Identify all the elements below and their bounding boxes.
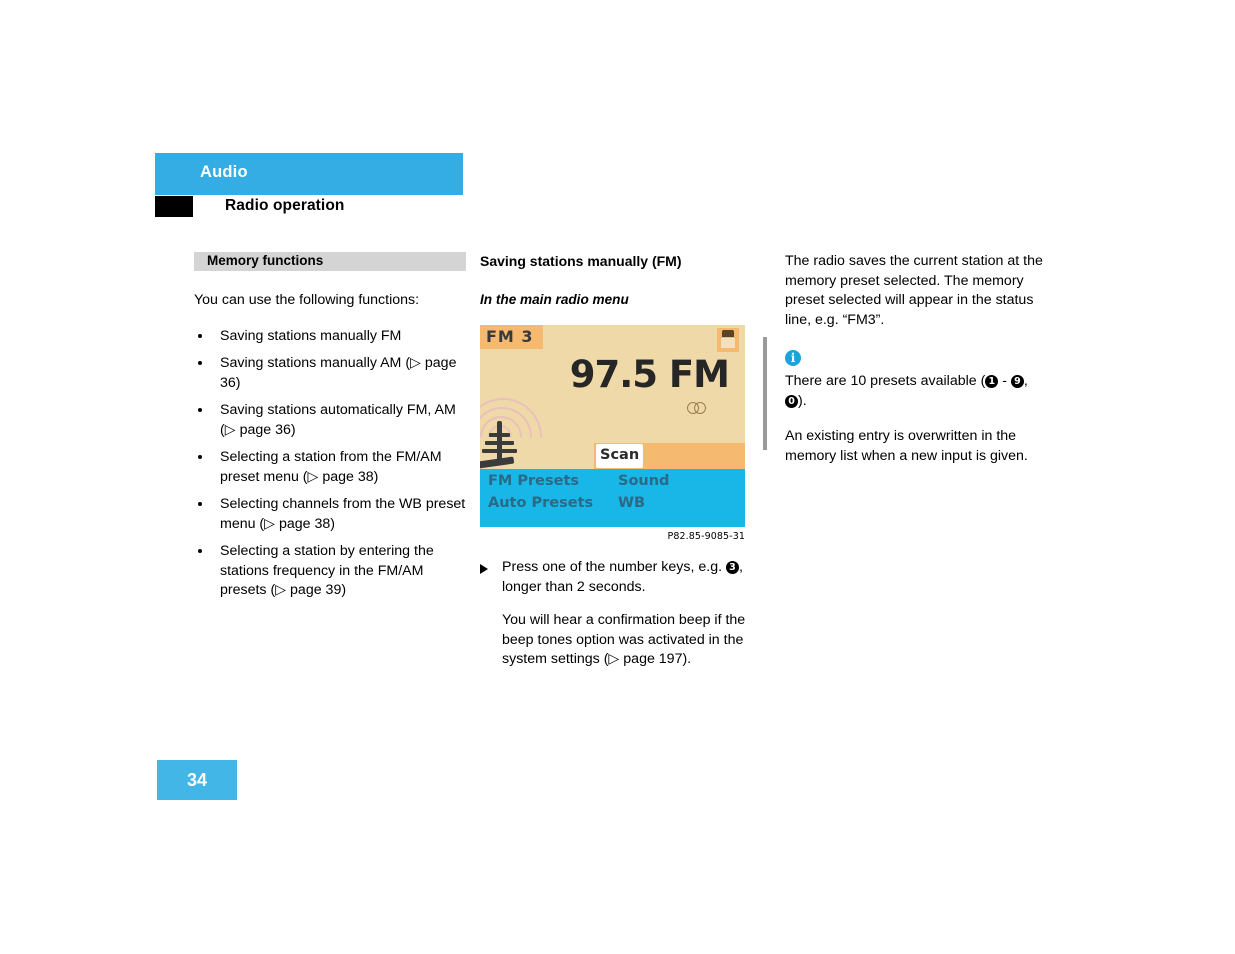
stereo-icon-circle-right — [694, 402, 706, 414]
list-item: Saving stations manually AM (▷ page 36) — [194, 354, 466, 393]
menu-item-wb[interactable]: WB — [618, 495, 645, 511]
figure-caption: P82.85-9085-31 — [667, 531, 745, 542]
tower-rung — [489, 433, 510, 437]
menu-item-sound[interactable]: Sound — [618, 473, 669, 489]
section-title: Radio operation — [225, 197, 345, 214]
bullet-dot-icon — [198, 455, 202, 459]
bullet-dot-icon — [198, 549, 202, 553]
list-item: Saving stations manually FM — [194, 327, 466, 347]
note-overwrite-text: An existing entry is overwritten in the … — [785, 428, 1028, 464]
traffic-info-icon-top — [722, 330, 734, 337]
bullet-dot-icon — [198, 502, 202, 506]
traffic-info-icon-body — [721, 338, 735, 348]
list-item: Selecting channels from the WB preset me… — [194, 495, 466, 534]
list-item: Selecting a station from the FM/AM prese… — [194, 448, 466, 487]
section-header-row: Radio operation — [155, 196, 463, 219]
stereo-icon — [687, 402, 711, 415]
page-number: 34 — [186, 770, 208, 790]
note-text-mid: - — [998, 373, 1011, 389]
number-key-badge-3: 3 — [725, 561, 739, 574]
memory-functions-list: Saving stations manually FM Saving stati… — [194, 327, 466, 601]
tower-rung — [485, 441, 514, 445]
memory-functions-heading-bar: Memory functions — [194, 252, 466, 271]
radio-display-figure: FM 3 97.5 FM Scan FM Presets Auto Preset… — [480, 325, 745, 527]
right-column: The radio saves the current station at t… — [763, 252, 1043, 466]
memory-functions-label: Memory functions — [207, 253, 324, 268]
info-icon: i — [785, 350, 801, 366]
bullet-dot-icon — [198, 361, 202, 365]
middle-column: Saving stations manually (FM) In the mai… — [480, 252, 748, 670]
list-item-label: Saving stations automatically FM, AM (▷ … — [220, 402, 456, 438]
note-change-bar — [763, 337, 767, 450]
section-marker-square — [155, 196, 193, 217]
traffic-info-icon — [717, 328, 739, 352]
right-intro-text: The radio saves the current station at t… — [785, 253, 1043, 328]
list-item: Saving stations automatically FM, AM (▷ … — [194, 401, 466, 440]
number-key-badge-0: 0 — [785, 394, 798, 408]
note-text-after: ). — [798, 392, 807, 409]
radio-menu-bar: FM Presets Auto Presets Sound WB — [480, 469, 745, 527]
subsection-title: Saving stations manually (FM) — [480, 253, 682, 269]
tower-rung — [482, 449, 517, 453]
instruction-step: Press one of the number keys, e.g. 3, lo… — [480, 558, 748, 597]
bullet-dot-icon — [198, 408, 202, 412]
number-key-badge-9: 9 — [1010, 375, 1024, 388]
preset-indicator: FM 3 — [480, 325, 543, 349]
list-item-label: Selecting a station from the FM/AM prese… — [220, 449, 442, 485]
menu-item-auto-presets[interactable]: Auto Presets — [488, 495, 593, 511]
scan-button[interactable]: Scan — [596, 444, 643, 468]
step-triangle-icon — [480, 564, 488, 574]
frequency-readout: 97.5 FM — [569, 353, 730, 396]
chapter-header-band: Audio — [155, 153, 463, 195]
list-item-label: Saving stations manually FM — [220, 327, 402, 344]
chapter-title: Audio — [200, 163, 248, 181]
step-text-before: Press one of the number keys, e.g. — [502, 559, 726, 575]
bullet-dot-icon — [198, 333, 202, 338]
list-item: Selecting a station by entering the stat… — [194, 542, 466, 601]
left-intro-text: You can use the following functions: — [194, 292, 420, 308]
left-column: Memory functions You can use the followi… — [194, 252, 466, 609]
note-text-comma: , — [1023, 373, 1028, 389]
broadcast-tower-icon — [480, 381, 566, 493]
number-key-badge-1: 1 — [985, 375, 999, 388]
scan-button-label: Scan — [600, 447, 640, 463]
list-item-label: Selecting a station by entering the stat… — [220, 543, 434, 598]
list-item-label: Saving stations manually AM (▷ page 36) — [220, 355, 457, 391]
page-number-box: 34 — [157, 760, 237, 800]
instruction-step-note: You will hear a confirmation beep if the… — [502, 612, 746, 667]
list-item-label: Selecting channels from the WB preset me… — [220, 496, 466, 532]
menu-item-fm-presets[interactable]: FM Presets — [488, 473, 579, 489]
note-text-before: There are 10 presets available ( — [785, 373, 986, 389]
note-presets-text: There are 10 presets available (1 - 9, 0… — [785, 372, 1043, 411]
subsection-subtitle: In the main radio menu — [480, 292, 629, 307]
